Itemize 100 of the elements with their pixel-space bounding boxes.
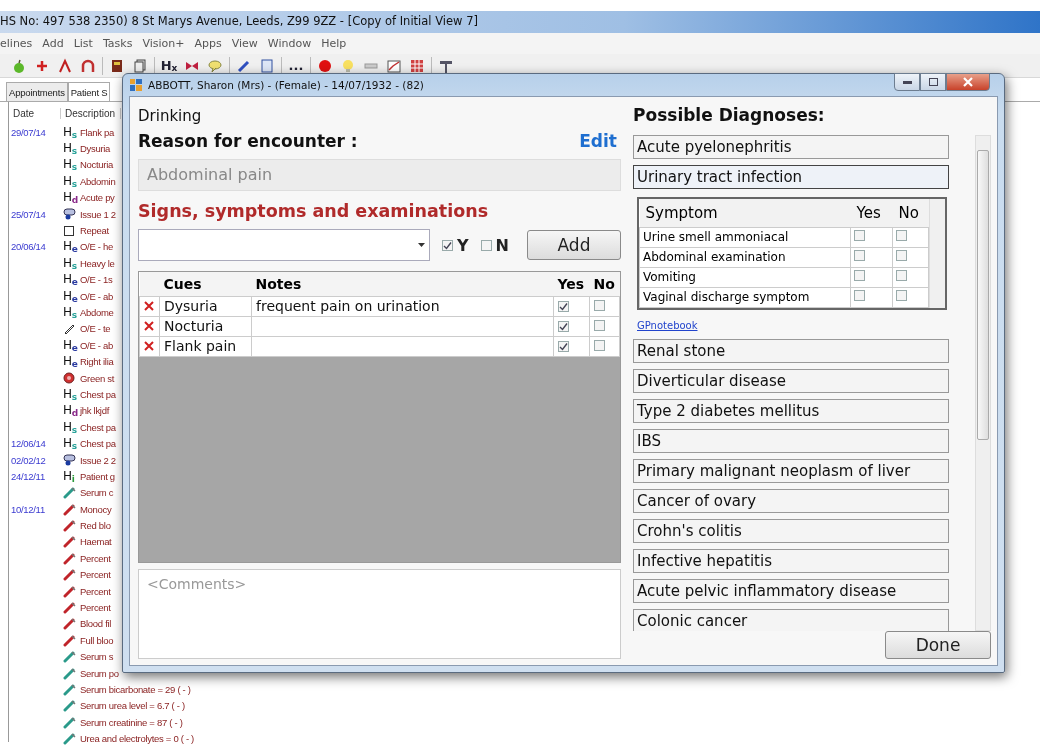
tab[interactable]: Patient S <box>67 82 111 101</box>
entry-text[interactable]: Full bloo <box>80 634 114 646</box>
table-cell[interactable] <box>251 336 554 356</box>
entry-text[interactable]: Blood fil <box>80 618 112 630</box>
entry-text[interactable]: Right ilia <box>80 356 114 368</box>
scrollbar-thumb[interactable] <box>977 150 989 440</box>
yes-checkbox[interactable] <box>558 341 569 352</box>
no-checkbox[interactable] <box>594 320 605 331</box>
yes-checkbox[interactable] <box>442 239 453 251</box>
entry-text[interactable]: Red blo <box>80 520 111 532</box>
entry-text[interactable]: Abdomin <box>80 175 116 187</box>
menu-item[interactable]: Apps <box>194 37 222 50</box>
delete-icon[interactable] <box>144 321 154 331</box>
diagnosis-item[interactable]: Infective hepatitis <box>633 548 949 573</box>
diagnosis-item[interactable]: Acute pyelonephritis <box>633 135 949 159</box>
pages-button[interactable] <box>131 56 149 75</box>
entry-text[interactable]: Issue 1 2 <box>80 208 116 220</box>
maximize-button[interactable] <box>920 73 946 91</box>
entry-text[interactable]: Green st <box>80 372 115 384</box>
entry-text[interactable]: Serum po <box>80 667 119 679</box>
menu-item[interactable]: Vision+ <box>142 37 185 50</box>
yes-checkbox[interactable] <box>558 321 569 332</box>
diagnosis-item[interactable]: Primary malignant neoplasm of liver <box>633 458 949 483</box>
entry-text[interactable]: Serum bicarbonate = 29 ( - ) <box>80 683 191 695</box>
no-checkbox[interactable] <box>896 250 907 261</box>
no-checkbox[interactable] <box>594 300 605 311</box>
yes-checkbox[interactable] <box>854 230 865 241</box>
scrollbar[interactable] <box>975 135 991 631</box>
entry-text[interactable]: Percent <box>80 569 111 581</box>
entry-text[interactable]: Serum urea level = 6.7 ( - ) <box>80 700 185 712</box>
menu-item[interactable]: Window <box>267 37 312 50</box>
entry-text[interactable]: Percent <box>80 552 111 564</box>
section-heading: Signs, symptoms and examinations <box>138 201 490 221</box>
scrollbar[interactable] <box>929 199 945 308</box>
entry-text[interactable]: Patient g <box>80 470 115 482</box>
menu-item[interactable]: elines <box>0 37 33 50</box>
menu-item[interactable]: Add <box>42 37 64 50</box>
delete-icon[interactable] <box>144 301 154 311</box>
entry-text[interactable]: O/E - he <box>80 241 113 253</box>
diagnosis-item[interactable]: Type 2 diabetes mellitus <box>633 398 949 423</box>
entry-text[interactable]: Heavy le <box>80 257 115 269</box>
no-checkbox[interactable] <box>594 340 605 351</box>
entry-text[interactable]: Chest pa <box>80 438 116 450</box>
prescription-button[interactable]: Hx <box>160 56 178 75</box>
diagnosis-item[interactable]: Diverticular disease <box>633 368 949 393</box>
entry-text[interactable]: Serum c <box>80 487 114 499</box>
no-checkbox[interactable] <box>896 290 907 301</box>
yes-checkbox[interactable] <box>854 290 865 301</box>
entry-text[interactable]: jhk lkjdf <box>80 405 109 417</box>
more-button[interactable]: ... <box>287 56 305 75</box>
entry-text[interactable]: O/E - 1s <box>80 274 113 286</box>
entry-date: 24/12/11 <box>10 470 46 482</box>
minimize-button[interactable] <box>894 73 920 91</box>
reference-link[interactable]: GPnotebook <box>637 319 698 331</box>
add-button[interactable]: Add <box>527 230 621 260</box>
entry-text[interactable]: Chest pa <box>80 388 116 400</box>
menu-item[interactable]: Tasks <box>102 37 133 50</box>
close-button[interactable] <box>946 73 990 91</box>
entry-text[interactable]: O/E - ab <box>80 290 113 302</box>
diagnosis-item[interactable]: IBS <box>633 428 949 453</box>
diagnosis-item[interactable]: Crohn's colitis <box>633 518 949 543</box>
no-checkbox[interactable] <box>896 230 907 241</box>
yes-checkbox[interactable] <box>854 270 865 281</box>
diagnosis-item[interactable]: Acute pelvic inflammatory disease <box>633 578 949 603</box>
menu-item[interactable]: List <box>73 37 93 50</box>
entry-text[interactable]: Dysuria <box>80 143 111 155</box>
menu-item[interactable]: Help <box>321 37 347 50</box>
entry-text[interactable]: Chest pa <box>80 421 116 433</box>
entry-text[interactable]: Urea and electrolytes = 0 ( - ) <box>80 733 194 745</box>
entry-text[interactable]: Acute py <box>80 192 115 204</box>
no-checkbox[interactable] <box>896 270 907 281</box>
delete-icon[interactable] <box>144 341 154 351</box>
clipboard-button[interactable] <box>258 56 276 75</box>
entry-text[interactable]: Abdome <box>80 307 114 318</box>
entry-text[interactable]: Percent <box>80 585 111 597</box>
yes-checkbox[interactable] <box>558 301 569 312</box>
diagnosis-item[interactable]: Colonic cancer <box>633 608 949 631</box>
entry-text[interactable]: O/E - ab <box>80 339 113 351</box>
entry-text[interactable]: O/E - te <box>80 323 111 335</box>
diagnosis-item[interactable]: Renal stone <box>633 338 949 363</box>
entry-text[interactable]: Nocturia <box>80 159 113 171</box>
diagnosis-item[interactable]: Cancer of ovary <box>633 488 949 513</box>
entry-text[interactable]: Flank pa <box>80 126 115 138</box>
entry-text[interactable]: Serum creatinine = 87 ( - ) <box>80 716 183 728</box>
comments-field[interactable]: <Comments> <box>138 569 621 659</box>
no-checkbox[interactable] <box>480 239 492 251</box>
yes-checkbox[interactable] <box>854 250 865 261</box>
entry-text[interactable]: Repeat <box>80 225 109 237</box>
edit-link[interactable]: Edit <box>579 131 617 151</box>
diagnosis-item[interactable]: Urinary tract infection <box>633 165 949 189</box>
table-cell[interactable] <box>251 316 554 336</box>
done-button[interactable]: Done <box>885 631 991 659</box>
entry-text[interactable]: Haemat <box>80 536 112 548</box>
table-cell[interactable]: frequent pain on urination <box>251 296 554 316</box>
menu-item[interactable]: View <box>231 37 258 50</box>
entry-text[interactable]: Serum s <box>80 651 114 663</box>
tab[interactable]: Appointments <box>6 82 68 101</box>
entry-text[interactable]: Monocy <box>80 503 112 515</box>
entry-text[interactable]: Percent <box>80 602 111 613</box>
entry-text[interactable]: Issue 2 2 <box>80 454 116 466</box>
